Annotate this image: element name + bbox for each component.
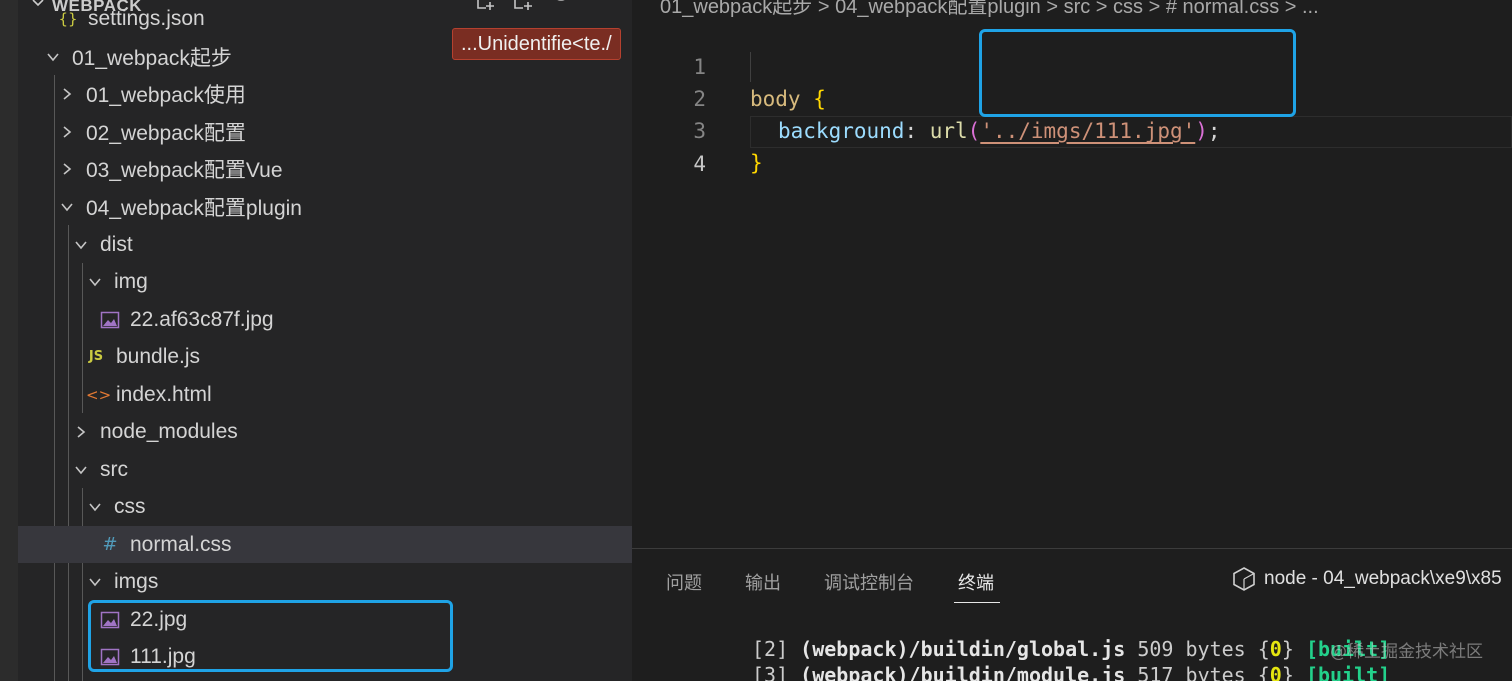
built-tag: [built] — [1305, 663, 1391, 681]
chevron-right-icon — [60, 162, 74, 176]
tree-item-label: 03_webpack配置Vue — [86, 158, 283, 182]
chevron-down-icon — [60, 200, 74, 214]
terminal-node-icon — [1232, 567, 1256, 591]
tree-item-03-webpack-vue[interactable]: 03_webpack配置Vue — [18, 150, 632, 187]
json-file-icon: {} — [58, 9, 78, 28]
tree-item-css[interactable]: css — [18, 488, 632, 525]
line-number: 4 — [693, 152, 706, 176]
chevron-right-icon — [74, 425, 88, 439]
chunk-open: { — [1257, 637, 1270, 661]
tree-item-label: settings.json — [88, 6, 205, 30]
tree-item-label: 02_webpack配置 — [86, 121, 246, 145]
module-size: 509 bytes — [1137, 637, 1246, 661]
active-tab-indicator — [954, 602, 1000, 603]
tree-item-label: index.html — [116, 382, 212, 406]
terminal-selector[interactable]: node - 04_webpack\xe9\x85 — [1232, 567, 1502, 591]
terminal-line: [2] (webpack)/buildin/global.js 509 byte… — [752, 637, 1390, 661]
watermark: @稀土掘金技术社区 — [1330, 642, 1483, 662]
tree-item-01-webpack-use[interactable]: 01_webpack使用 — [18, 75, 632, 112]
tree-item-label: img — [114, 269, 148, 293]
breadcrumb[interactable]: 01_webpack起步 > 04_webpack配置plugin > src … — [660, 0, 1319, 18]
chunk-id: 0 — [1269, 663, 1282, 681]
tree-item-label: imgs — [114, 569, 159, 593]
tree-item-dist-image[interactable]: 22.af63c87f.jpg — [18, 301, 632, 338]
chunk-id: 0 — [1269, 637, 1282, 661]
close-brace: } — [750, 151, 763, 175]
tree-item-02-webpack-config[interactable]: 02_webpack配置 — [18, 113, 632, 150]
css-file-icon: # — [102, 533, 118, 555]
chevron-down-icon — [88, 500, 102, 514]
tree-item-bundle-js[interactable]: JS bundle.js — [18, 338, 632, 375]
tree-item-img[interactable]: img — [18, 263, 632, 300]
module-path: (webpack)/buildin/module.js — [800, 663, 1126, 681]
chunk-close: } — [1281, 663, 1294, 681]
tab-debug-console[interactable]: 调试控制台 — [824, 569, 914, 595]
error-badge: ...Unidentifie<te./ — [452, 28, 621, 60]
images-highlight-box — [88, 600, 453, 672]
chevron-down-icon — [88, 575, 102, 589]
image-file-icon — [100, 310, 120, 330]
tree-item-label: 01_webpack起步 — [72, 46, 232, 70]
tree-item-index-html[interactable]: <> index.html — [18, 376, 632, 413]
chevron-down-icon — [74, 238, 88, 252]
code-line: 4 — [632, 116, 1512, 176]
chevron-down-icon — [46, 50, 60, 64]
tab-terminal[interactable]: 终端 — [958, 569, 994, 595]
code-text: } — [750, 147, 763, 179]
module-index: [3] — [752, 663, 789, 681]
explorer-sidebar: WEBPACK {} settings.json 01_webpack起步 01… — [18, 0, 632, 681]
tab-output[interactable]: 输出 — [745, 569, 781, 595]
tree-item-label: 22.af63c87f.jpg — [130, 307, 274, 331]
tree-item-label: 01_webpack使用 — [86, 83, 246, 107]
chevron-right-icon — [60, 125, 74, 139]
tree-item-label: src — [100, 457, 128, 481]
tree-item-dist[interactable]: dist — [18, 226, 632, 263]
terminal-line: [3] (webpack)/buildin/module.js 517 byte… — [752, 663, 1390, 681]
tree-item-04-webpack-plugin[interactable]: 04_webpack配置plugin — [18, 188, 632, 225]
chunk-open: { — [1257, 663, 1270, 681]
tree-item-label: css — [114, 494, 146, 518]
code-editor[interactable]: 01_webpack起步 > 04_webpack配置plugin > src … — [632, 0, 1512, 548]
module-size: 517 bytes — [1137, 663, 1246, 681]
tree-item-label: dist — [100, 232, 133, 256]
module-index: [2] — [752, 637, 789, 661]
tree-item-label: bundle.js — [116, 344, 201, 368]
terminal-title: node - 04_webpack\xe9\x85 — [1264, 568, 1502, 589]
tree-item-node-modules[interactable]: node_modules — [18, 413, 632, 450]
chunk-close: } — [1281, 637, 1294, 661]
chevron-down-icon — [88, 275, 102, 289]
module-path: (webpack)/buildin/global.js — [800, 637, 1126, 661]
chevron-right-icon — [60, 87, 74, 101]
js-file-icon: JS — [88, 348, 104, 364]
tab-problems[interactable]: 问题 — [666, 569, 702, 595]
html-file-icon: <> — [86, 385, 112, 404]
tree-item-label: node_modules — [100, 419, 238, 443]
tree-item-label: normal.css — [130, 532, 232, 556]
activity-bar — [0, 0, 18, 681]
vscode-window: WEBPACK {} settings.json 01_webpack起步 01… — [0, 0, 1512, 681]
tree-item-imgs[interactable]: imgs — [18, 563, 632, 600]
chevron-down-icon — [74, 463, 88, 477]
tree-item-src[interactable]: src — [18, 451, 632, 488]
tree-item-normal-css[interactable]: # normal.css — [18, 526, 632, 563]
url-highlight-box — [979, 29, 1296, 117]
tree-item-label: 04_webpack配置plugin — [86, 196, 302, 220]
